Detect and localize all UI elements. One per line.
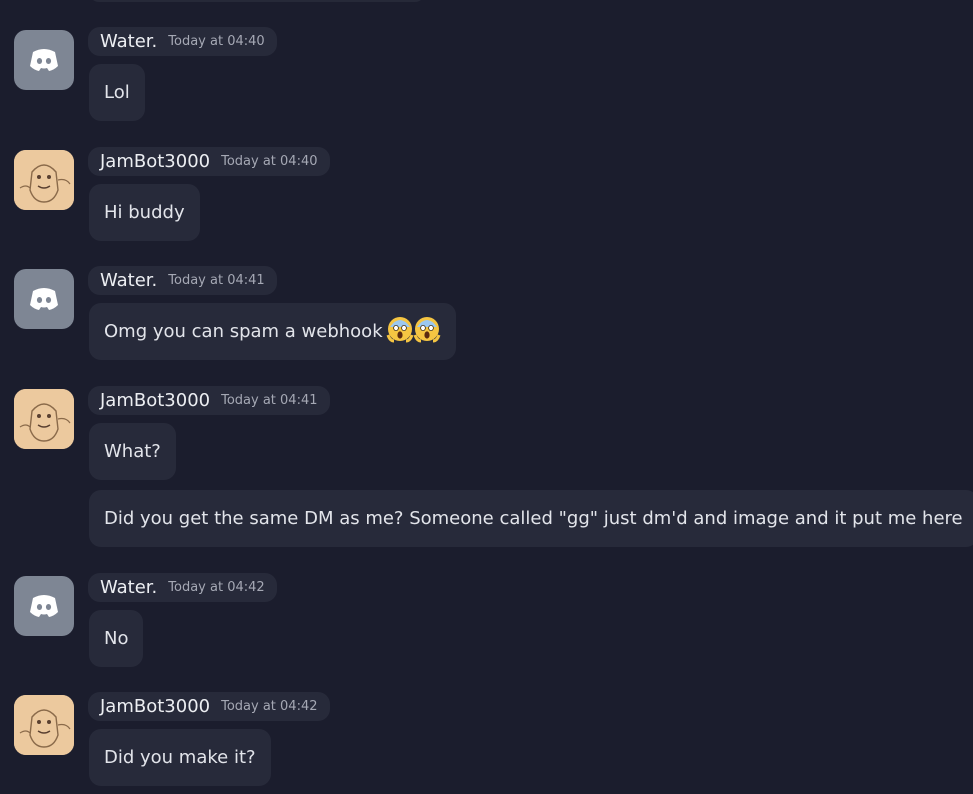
message-text: What? (104, 441, 161, 462)
message-header: Water. Today at 04:42 (88, 573, 277, 602)
message-header: JamBot3000 Today at 04:40 (88, 147, 330, 176)
message-text: Lol (104, 82, 130, 103)
author-name[interactable]: Water. (100, 270, 157, 291)
message-text: Did you make it? (104, 747, 256, 768)
chat-log: Water. Today at 04:40 Lol JamBot3000 Tod… (0, 0, 973, 794)
cartoon-character-avatar[interactable] (14, 695, 74, 755)
message-header: JamBot3000 Today at 04:41 (88, 386, 330, 415)
author-name[interactable]: Water. (100, 31, 157, 52)
message-text: No (104, 628, 129, 649)
screaming-face-emoji-icon (386, 315, 414, 348)
author-name[interactable]: Water. (100, 577, 157, 598)
author-name[interactable]: JamBot3000 (100, 390, 210, 411)
message-bubble: What? (89, 423, 176, 480)
message-bubble: Lol (89, 64, 145, 121)
cartoon-character-avatar[interactable] (14, 150, 74, 210)
previous-message-bubble (89, 0, 425, 2)
message-header: Water. Today at 04:40 (88, 27, 277, 56)
message-bubble: Hi buddy (89, 184, 200, 241)
cartoon-character-avatar[interactable] (14, 389, 74, 449)
message-header: Water. Today at 04:41 (88, 266, 277, 295)
message-bubble: Did you make it? (89, 729, 271, 786)
message-header: JamBot3000 Today at 04:42 (88, 692, 330, 721)
message-timestamp: Today at 04:41 (221, 393, 318, 408)
discord-logo-icon[interactable] (14, 576, 74, 636)
author-name[interactable]: JamBot3000 (100, 151, 210, 172)
message-bubble: Omg you can spam a webhook (89, 303, 456, 360)
message-text: Hi buddy (104, 202, 185, 223)
message-bubble: Did you get the same DM as me? Someone c… (89, 490, 973, 547)
discord-logo-icon[interactable] (14, 30, 74, 90)
message-timestamp: Today at 04:42 (221, 699, 318, 714)
message-timestamp: Today at 04:40 (221, 154, 318, 169)
screaming-face-emoji-icon (413, 315, 441, 348)
discord-logo-icon[interactable] (14, 269, 74, 329)
message-text: Did you get the same DM as me? Someone c… (104, 508, 963, 529)
message-text: Omg you can spam a webhook (104, 321, 383, 342)
message-bubble: No (89, 610, 144, 667)
message-timestamp: Today at 04:41 (168, 273, 265, 288)
message-timestamp: Today at 04:40 (168, 34, 265, 49)
message-timestamp: Today at 04:42 (168, 580, 265, 595)
author-name[interactable]: JamBot3000 (100, 696, 210, 717)
